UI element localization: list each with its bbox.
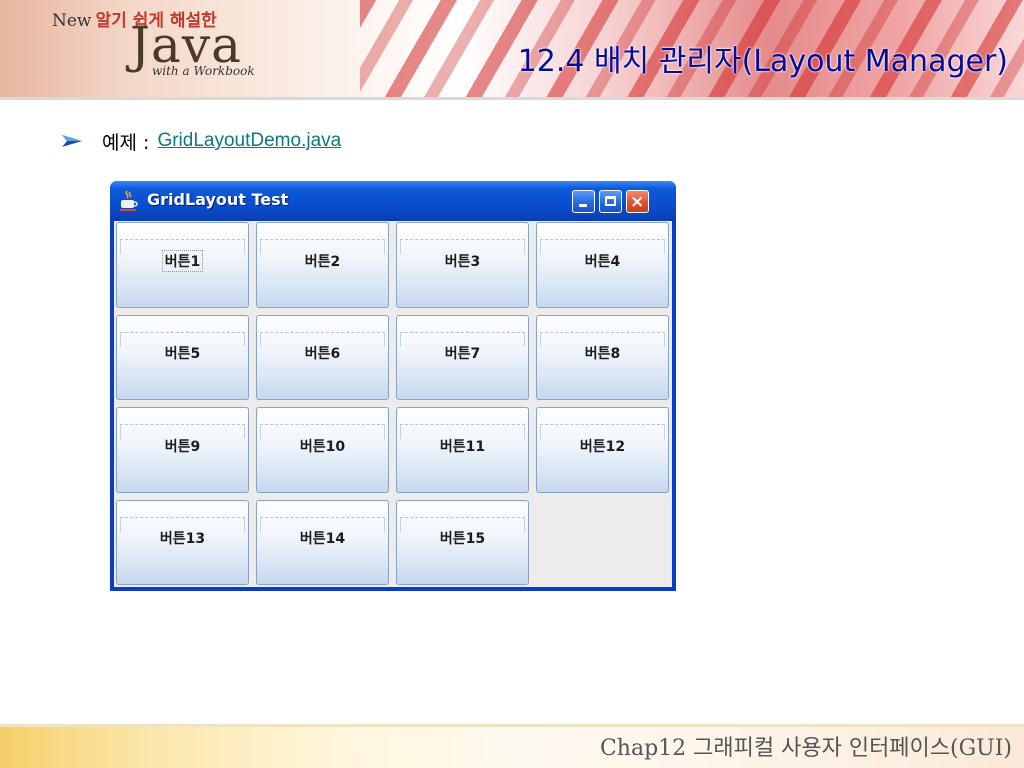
grid-button-15[interactable]: 버튼15 xyxy=(396,499,529,585)
example-bullet: 예제 : GridLayoutDemo.java xyxy=(62,128,341,154)
button-label: 버튼5 xyxy=(164,346,201,363)
button-label: 버튼6 xyxy=(304,346,341,363)
grid-button-5[interactable]: 버튼5 xyxy=(116,314,249,400)
grid-button-11[interactable]: 버튼11 xyxy=(396,407,529,493)
grid-button-14[interactable]: 버튼14 xyxy=(256,499,389,585)
button-label: 버튼2 xyxy=(304,253,341,270)
grid-button-1[interactable]: 버튼1 xyxy=(116,222,249,308)
footer-chapter-title: Chap12 그래피컬 사용자 인터페이스(GUI) xyxy=(599,736,1012,761)
button-label: 버튼14 xyxy=(299,531,346,548)
button-label: 버튼3 xyxy=(444,253,481,270)
close-button[interactable]: × xyxy=(626,190,649,213)
grid-button-6[interactable]: 버튼6 xyxy=(256,314,389,400)
window-content: 버튼1 버튼2 버튼3 버튼4 버튼5 버튼6 버튼7 버튼8 버튼9 버튼10… xyxy=(114,221,672,587)
slide-title: 12.4 배치 관리자(Layout Manager) xyxy=(517,44,1008,79)
grid-button-8[interactable]: 버튼8 xyxy=(536,314,669,400)
button-label: 버튼9 xyxy=(164,438,201,455)
logo-workbook: with a Workbook xyxy=(152,64,255,78)
button-label: 버튼15 xyxy=(439,531,486,548)
button-label: 버튼11 xyxy=(439,438,486,455)
grid-button-9[interactable]: 버튼9 xyxy=(116,407,249,493)
button-label: 버튼7 xyxy=(444,346,481,363)
example-file-link[interactable]: GridLayoutDemo.java xyxy=(157,130,341,152)
window-titlebar[interactable]: GridLayout Test × xyxy=(110,181,676,221)
book-logo: New 알기 쉽게 해설한 Java with a Workbook xyxy=(52,2,282,94)
arrow-bullet-icon xyxy=(62,135,82,147)
maximize-icon xyxy=(605,196,616,206)
button-label: 버튼13 xyxy=(159,531,206,548)
grid-button-10[interactable]: 버튼10 xyxy=(256,407,389,493)
button-label: 버튼1 xyxy=(161,249,204,272)
grid-button-13[interactable]: 버튼13 xyxy=(116,499,249,585)
button-label: 버튼8 xyxy=(584,346,621,363)
minimize-button[interactable] xyxy=(572,190,595,213)
java-cup-icon xyxy=(120,190,138,211)
window-title: GridLayout Test xyxy=(147,190,289,209)
close-icon: × xyxy=(630,192,645,212)
grid-button-4[interactable]: 버튼4 xyxy=(536,222,669,308)
button-grid: 버튼1 버튼2 버튼3 버튼4 버튼5 버튼6 버튼7 버튼8 버튼9 버튼10… xyxy=(116,222,669,585)
grid-button-7[interactable]: 버튼7 xyxy=(396,314,529,400)
logo-new: New xyxy=(52,11,92,31)
gridlayout-window: GridLayout Test × 버튼1 버튼2 버튼3 버튼4 버튼5 버튼… xyxy=(110,181,676,591)
button-label: 버튼10 xyxy=(299,438,346,455)
minimize-icon xyxy=(579,204,587,207)
grid-button-2[interactable]: 버튼2 xyxy=(256,222,389,308)
grid-button-12[interactable]: 버튼12 xyxy=(536,407,669,493)
slide-footer: Chap12 그래피컬 사용자 인터페이스(GUI) xyxy=(0,724,1024,768)
slide-header: New 알기 쉽게 해설한 Java with a Workbook 12.4 배… xyxy=(0,0,1024,100)
button-label: 버튼12 xyxy=(579,438,626,455)
maximize-button[interactable] xyxy=(599,190,622,213)
grid-button-3[interactable]: 버튼3 xyxy=(396,222,529,308)
example-label: 예제 : xyxy=(102,131,156,154)
button-label: 버튼4 xyxy=(584,253,621,270)
